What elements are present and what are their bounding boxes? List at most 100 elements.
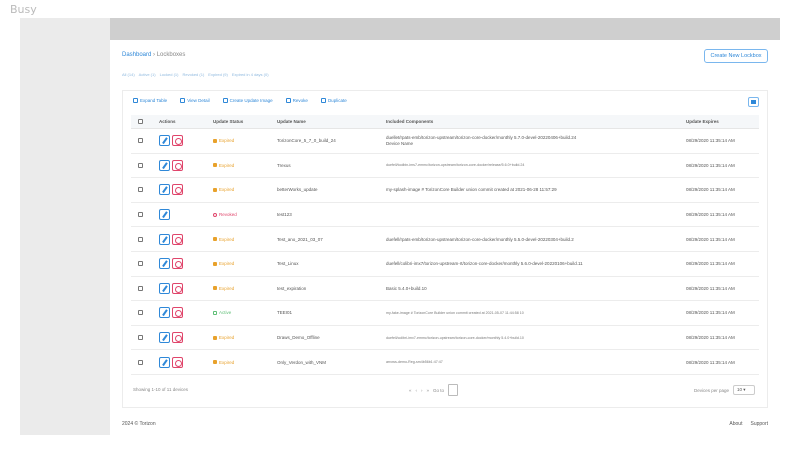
breadcrumb-separator: ›: [153, 52, 156, 58]
edit-icon[interactable]: [159, 307, 170, 319]
row-checkbox[interactable]: [137, 212, 143, 218]
table-row[interactable]: Expired Draws_Demo_Offline duefell/colibri…: [131, 326, 759, 351]
revoke-icon[interactable]: [172, 356, 183, 368]
revoke-icon[interactable]: [172, 159, 183, 171]
breadcrumb: Dashboard › Lockboxes: [122, 52, 185, 58]
filter-all[interactable]: All (14): [122, 72, 135, 77]
row-checkbox[interactable]: [137, 138, 143, 144]
column-header-status[interactable]: Update Status: [213, 115, 269, 128]
breadcrumb-dashboard-link[interactable]: Dashboard: [122, 52, 151, 58]
status-label: Revoked: [219, 212, 237, 218]
revoke-button[interactable]: Revoke: [285, 98, 308, 103]
table-row[interactable]: Expired Test_ano_2021_03_07 duefell/rpats-…: [131, 227, 759, 252]
edit-icon[interactable]: [159, 184, 170, 196]
row-checkbox[interactable]: [137, 359, 143, 365]
table-row[interactable]: Expired TorizonCore_5_7_0_build_24 duellet…: [131, 129, 759, 154]
actions-cell: [159, 252, 199, 276]
revoke-icon[interactable]: [172, 332, 183, 344]
component-text: arrows-demo-Reg-sm4b56b1:47:47: [386, 360, 443, 365]
revoke-icon[interactable]: [172, 258, 183, 270]
table-row[interactable]: Expired Trexus duefell/toolbin-ims7-emmc/t…: [131, 154, 759, 179]
filter-expiring[interactable]: Expired in 4 days (0): [232, 72, 269, 77]
create-new-lockbox-button[interactable]: Create New Lockbox: [704, 49, 768, 63]
row-checkbox[interactable]: [137, 162, 143, 168]
filter-revoked[interactable]: Revoked (1): [182, 72, 204, 77]
edit-icon[interactable]: [159, 233, 170, 245]
actions-cell: [159, 301, 199, 325]
edit-icon[interactable]: [159, 258, 170, 270]
edit-icon[interactable]: [159, 135, 170, 147]
goto-page-input[interactable]: [448, 384, 459, 396]
status-icon: [213, 335, 217, 340]
filter-active[interactable]: Active (1): [139, 72, 156, 77]
row-checkbox[interactable]: [137, 335, 143, 341]
per-page-label: Devices per page: [693, 387, 729, 393]
row-checkbox-cell: [133, 277, 147, 301]
table-row[interactable]: Expired Test_Linux duefell/colibri-imx7/to…: [131, 252, 759, 277]
sidebar: [20, 18, 110, 435]
duplicate-button[interactable]: Duplicate: [320, 98, 347, 103]
included-components: [386, 203, 686, 227]
create-update-image-button[interactable]: Create Update Image: [222, 98, 273, 103]
about-link[interactable]: About: [729, 421, 742, 427]
per-page-select[interactable]: 10 ▾: [733, 385, 755, 395]
row-checkbox[interactable]: [137, 236, 143, 242]
row-checkbox-cell: [133, 154, 147, 178]
column-header-expires[interactable]: Update Expires: [686, 115, 761, 128]
first-page-button[interactable]: «: [409, 388, 412, 393]
table-row[interactable]: Revoked test123 08/29/2020 11:35:14 AM: [131, 203, 759, 228]
revoke-icon[interactable]: [172, 233, 183, 245]
component-text: my-splash-image # TorizonCore Builder un…: [386, 187, 557, 193]
eye-icon: [180, 98, 186, 103]
edit-icon[interactable]: [159, 332, 170, 344]
table-row[interactable]: Expired test_expiration Basic 5.4.0+build.…: [131, 277, 759, 302]
included-components: my-fake-image # TorizonCore Builder unio…: [386, 301, 686, 325]
update-expires: 08/29/2020 11:35:14 AM: [686, 236, 735, 242]
row-checkbox[interactable]: [137, 261, 143, 267]
expand-table-button[interactable]: Expand Table: [133, 98, 167, 103]
support-link[interactable]: Support: [750, 421, 768, 427]
columns-icon: [751, 100, 756, 104]
last-page-button[interactable]: »: [427, 388, 430, 393]
per-page-control: Devices per page 10 ▾: [694, 385, 755, 395]
update-name: test123: [277, 212, 292, 218]
row-checkbox[interactable]: [137, 187, 143, 193]
component-text: Device Name: [386, 140, 414, 146]
table-row[interactable]: Expired betterWorks_update my-splash-image…: [131, 178, 759, 203]
prev-page-button[interactable]: ‹: [416, 388, 418, 393]
edit-icon[interactable]: [159, 282, 170, 294]
table-row[interactable]: Active TEEI01 my-fake-image # TorizonCore …: [131, 301, 759, 326]
table-row[interactable]: Expired Only_Verdon_with_VNM arrows-demo-R…: [131, 350, 759, 375]
row-checkbox[interactable]: [137, 310, 143, 316]
column-header-name[interactable]: Update Name: [277, 115, 377, 128]
table-header: Actions Update Status Update Name Includ…: [131, 115, 759, 129]
filter-locked[interactable]: Locked (1): [160, 72, 179, 77]
status-label: Expired: [219, 359, 235, 365]
row-checkbox-cell: [133, 301, 147, 325]
update-expires: 08/29/2020 11:35:14 AM: [686, 261, 735, 267]
select-all-checkbox[interactable]: [137, 119, 143, 124]
revoke-icon[interactable]: [172, 135, 183, 147]
row-checkbox-cell: [133, 252, 147, 276]
actions-cell: [159, 350, 199, 374]
header-checkbox-cell: [133, 115, 147, 128]
table-footer: Showing 1-10 of 11 devices « ‹ › » Go to…: [131, 381, 759, 401]
edit-icon[interactable]: [159, 209, 170, 221]
filter-expired[interactable]: Expired (9): [208, 72, 228, 77]
status-icon: [213, 163, 217, 168]
edit-icon[interactable]: [159, 159, 170, 171]
revoke-icon[interactable]: [172, 282, 183, 294]
column-settings-button[interactable]: [748, 97, 759, 107]
revoke-icon[interactable]: [172, 307, 183, 319]
view-detail-button[interactable]: View Detail: [180, 98, 210, 103]
row-checkbox[interactable]: [137, 285, 143, 291]
top-bar: [110, 18, 780, 40]
next-page-button[interactable]: ›: [421, 388, 423, 393]
edit-icon[interactable]: [159, 356, 170, 368]
row-checkbox-cell: [133, 178, 147, 202]
update-name: betterWorks_update: [277, 187, 318, 193]
component-text: duefell/rpats-emb/torizon-upstream/toriz…: [386, 236, 574, 242]
revoke-icon[interactable]: [172, 184, 183, 196]
update-expires: 08/29/2020 11:35:14 AM: [686, 310, 735, 316]
status-badge: Expired: [213, 277, 269, 301]
